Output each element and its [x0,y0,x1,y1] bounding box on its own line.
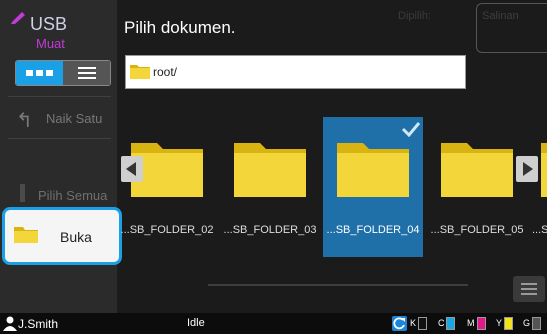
folder-name: ...SB_FOLDER_04 [326,224,420,236]
folder-icon [541,143,547,197]
folder-tile[interactable]: ...S [527,117,547,257]
ink-label: K [410,318,417,328]
ink-label: G [523,318,531,328]
folder-tile-selected[interactable]: ...SB_FOLDER_04 [323,117,423,257]
ink-label: M [467,318,475,328]
ink-label: Y [496,318,503,328]
open-button[interactable]: Buka [2,207,122,265]
path-field: root/ [125,55,466,89]
folder-tile[interactable]: ...SB_FOLDER_02 [117,117,217,257]
usb-pencil-icon [11,12,25,24]
ink-bar [418,317,427,330]
up-arrow-icon: ↰ [16,110,33,132]
folder-name: ...S [532,224,547,236]
select-all-icon [20,184,25,202]
ink-bar [446,317,455,330]
refresh-icon[interactable] [392,316,407,331]
chevron-right-icon [523,162,533,176]
checkmark-icon [401,122,421,137]
scroll-left-button[interactable] [121,156,143,182]
folder-icon [337,143,409,197]
ink-label: C [438,318,445,328]
user-icon [3,316,17,331]
ink-level-g: G [523,317,547,331]
ink-bar [504,317,513,330]
divider [8,96,111,97]
folder-icon [441,143,513,197]
ink-bar [532,317,541,330]
hamburger-icon [521,283,537,285]
horizontal-scrollbar[interactable] [208,284,468,286]
copies-field[interactable]: Salinan [476,3,547,53]
divider [8,138,111,139]
folder-tile[interactable]: ...SB_FOLDER_05 [427,117,527,257]
folder-name: ...SB_FOLDER_03 [223,224,317,236]
user-name: J.Smith [18,317,59,331]
app-brand: USB Muat [10,10,110,54]
folder-tile[interactable]: ...SB_FOLDER_03 [220,117,320,257]
ink-level-k: K [410,317,434,331]
ink-level-c: C [438,317,462,331]
up-one-level-label: Naik Satu [46,111,103,126]
status-bar: J.Smith Idle K C M Y G [0,313,547,334]
up-one-level-button[interactable]: ↰ Naik Satu [8,100,111,136]
list-view-button[interactable] [63,61,110,85]
ink-level-y: Y [496,317,520,331]
selected-count-label: Dipilih: [398,10,432,22]
open-label: Buka [60,229,92,245]
sidebar: USB Muat ↰ Naik Satu Pilih Semua [0,0,117,313]
ink-level-m: M [467,317,491,331]
menu-button[interactable] [513,276,545,302]
chevron-left-icon [126,162,136,176]
folder-name: ...SB_FOLDER_02 [120,224,214,236]
scroll-right-button[interactable] [516,156,538,182]
folder-icon [234,143,306,197]
app-subtitle: Muat [36,36,65,51]
copies-label: Salinan [482,10,519,22]
folder-name: ...SB_FOLDER_05 [430,224,524,236]
select-all-label: Pilih Semua [38,188,108,203]
folder-icon [130,65,150,79]
grid-view-button[interactable] [16,61,63,85]
folder-open-icon [14,227,38,243]
ink-bar [477,317,486,330]
page-title: Pilih dokumen. [124,18,236,37]
select-all-button[interactable]: Pilih Semua [8,182,111,208]
view-toggle [15,60,111,86]
app-title: USB [30,14,68,34]
path-text: root/ [153,65,178,79]
machine-status: Idle [187,317,205,329]
